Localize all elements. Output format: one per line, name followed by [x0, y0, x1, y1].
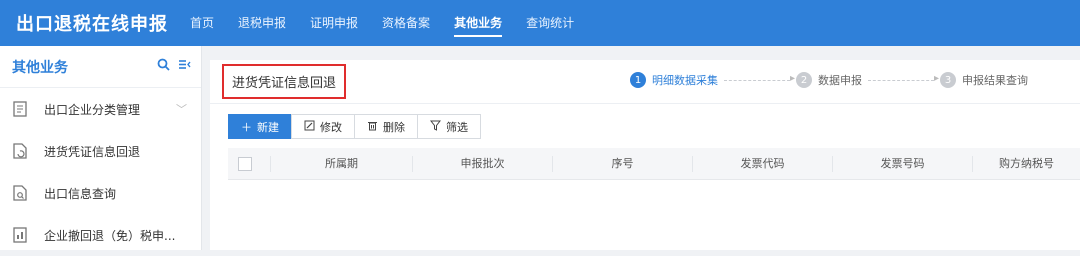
toolbar: ＋ 新建 修改 删除 筛选 — [228, 114, 1080, 139]
delete-button[interactable]: 删除 — [354, 114, 418, 139]
step-arrow — [868, 73, 939, 84]
step-2[interactable]: 2 数据申报 — [796, 72, 862, 88]
edit-button-label: 修改 — [320, 121, 342, 134]
sidebar-header: 其他业务 — [0, 46, 201, 88]
sidebar-item-label: 企业撤回退（免）税申... — [44, 228, 176, 243]
collapse-menu-icon[interactable] — [178, 58, 191, 75]
sidebar-item-voucher-rollback[interactable]: 进货凭证信息回退 — [0, 130, 201, 172]
nav-item-refund[interactable]: 退税申报 — [238, 0, 286, 46]
step-number: 2 — [796, 72, 812, 88]
sidebar-item-classification[interactable]: 出口企业分类管理 ﹀ — [0, 88, 201, 130]
column-header-buyer-tax-id[interactable]: 购方纳税号 — [972, 155, 1080, 172]
step-number: 1 — [630, 72, 646, 88]
filter-icon — [429, 120, 442, 134]
document-search-icon — [12, 184, 28, 202]
top-bar: 出口退税在线申报 首页 退税申报 证明申报 资格备案 其他业务 查询统计 — [0, 0, 1080, 46]
trash-icon — [367, 120, 378, 134]
nav-item-qualification[interactable]: 资格备案 — [382, 0, 430, 46]
plus-icon: ＋ — [241, 121, 252, 134]
nav-item-certificate[interactable]: 证明申报 — [310, 0, 358, 46]
sidebar-title: 其他业务 — [12, 59, 68, 76]
step-indicator: 1 明细数据采集 2 数据申报 3 申报结果查询 — [630, 72, 1028, 88]
document-icon — [12, 100, 28, 118]
step-label: 明细数据采集 — [652, 74, 718, 87]
sidebar: 其他业务 出口企业分类管理 ﹀ 进货凭证信息回退 出口信息查询 企业撤回退（免）… — [0, 46, 202, 250]
sidebar-item-label: 进货凭证信息回退 — [44, 144, 141, 159]
step-1[interactable]: 1 明细数据采集 — [630, 72, 718, 88]
new-button-label: 新建 — [257, 121, 279, 134]
app-title: 出口退税在线申报 — [16, 14, 168, 35]
column-header-batch[interactable]: 申报批次 — [412, 155, 552, 172]
main-nav: 首页 退税申报 证明申报 资格备案 其他业务 查询统计 — [190, 0, 598, 46]
document-return-icon — [12, 142, 28, 160]
step-number: 3 — [940, 72, 956, 88]
filter-button-label: 筛选 — [446, 121, 468, 134]
filter-button[interactable]: 筛选 — [417, 114, 481, 139]
column-header-period[interactable]: 所属期 — [270, 155, 412, 172]
column-header-seq[interactable]: 序号 — [552, 155, 692, 172]
step-label: 申报结果查询 — [962, 74, 1028, 87]
nav-item-other[interactable]: 其他业务 — [454, 0, 503, 46]
sidebar-item-label: 出口信息查询 — [44, 186, 117, 201]
chevron-down-icon: ﹀ — [176, 103, 187, 116]
column-header-invoice-code[interactable]: 发票代码 — [692, 155, 832, 172]
sidebar-tools — [157, 58, 191, 75]
column-header-invoice-number[interactable]: 发票号码 — [832, 155, 972, 172]
search-icon[interactable] — [157, 58, 170, 75]
page-title: 进货凭证信息回退 — [222, 64, 347, 99]
nav-item-query[interactable]: 查询统计 — [526, 0, 574, 46]
nav-item-home[interactable]: 首页 — [190, 0, 214, 46]
step-3[interactable]: 3 申报结果查询 — [940, 72, 1028, 88]
table-header: 所属期 申报批次 序号 发票代码 发票号码 购方纳税号 — [228, 148, 1080, 180]
report-icon — [12, 226, 28, 244]
edit-button[interactable]: 修改 — [291, 114, 355, 139]
sidebar-item-label: 出口企业分类管理 — [44, 102, 141, 117]
step-arrow — [724, 73, 795, 84]
step-label: 数据申报 — [818, 74, 862, 87]
delete-button-label: 删除 — [383, 121, 405, 134]
edit-icon — [304, 120, 315, 134]
select-all-checkbox[interactable] — [238, 156, 252, 171]
new-button[interactable]: ＋ 新建 — [228, 114, 292, 139]
sidebar-item-export-query[interactable]: 出口信息查询 — [0, 172, 201, 214]
